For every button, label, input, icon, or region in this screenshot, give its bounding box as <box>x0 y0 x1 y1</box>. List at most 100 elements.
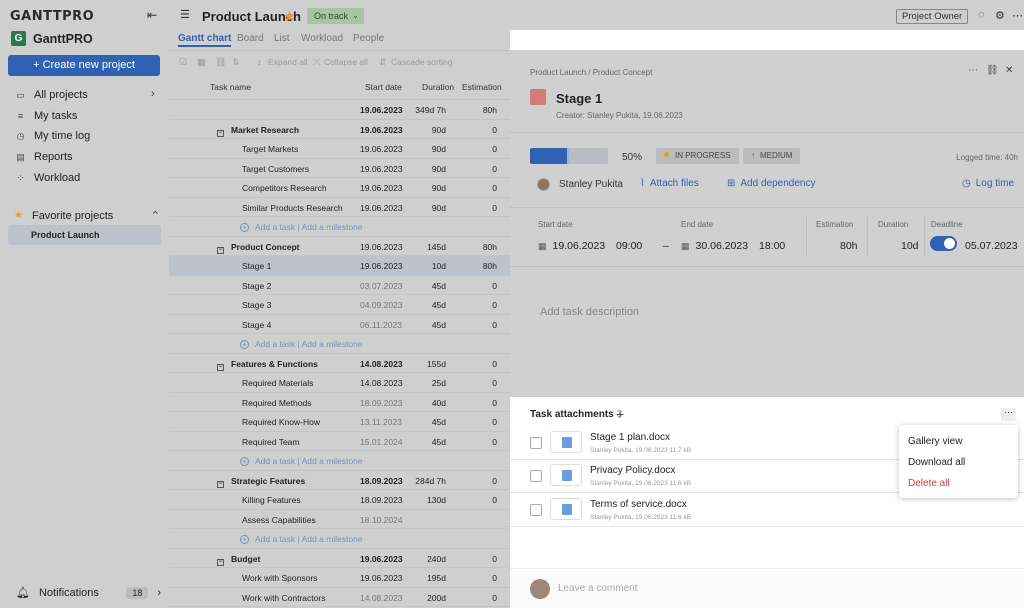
table-row[interactable]: − Features & Functions 14.08.2023 155d 0 <box>169 354 510 373</box>
attachment-name[interactable]: Terms of service.docx <box>590 499 687 510</box>
status-badge[interactable]: IN PROGRESS <box>656 148 739 164</box>
table-row[interactable]: − Strategic Features 18.09.2023 284d 7h 0 <box>169 471 510 490</box>
add-milestone-link[interactable]: Add a milestone <box>302 339 363 349</box>
tab-people[interactable]: People <box>353 33 384 44</box>
table-row-selected[interactable]: Stage 1 19.06.2023 10d 80h <box>169 256 510 276</box>
task-title[interactable]: Stage 1 <box>556 91 602 106</box>
add-task-link[interactable]: Add a task <box>255 339 295 349</box>
sidebar-item-my-tasks[interactable]: ≡ My tasks <box>16 110 78 122</box>
table-row[interactable]: − Market Research 19.06.2023 90d 0 <box>169 120 510 139</box>
menu-item-gallery-view[interactable]: Gallery view <box>908 436 962 447</box>
attachment-checkbox[interactable] <box>530 470 542 482</box>
column-start-date[interactable]: Start date <box>365 82 402 92</box>
table-row[interactable]: Required Materials 14.08.2023 25d 0 <box>169 373 510 393</box>
attachments-more-icon[interactable]: ⋯ <box>1001 408 1016 421</box>
collapse-group-icon[interactable]: − <box>217 558 224 566</box>
duration-field[interactable]: 10d <box>901 240 919 252</box>
add-milestone-link[interactable]: Add a milestone <box>302 222 363 232</box>
table-row[interactable]: Stage 2 03.07.2023 45d 0 <box>169 276 510 295</box>
table-row[interactable]: Competitors Research 19.06.2023 90d 0 <box>169 178 510 198</box>
checkbox-icon[interactable]: ☑ <box>179 57 187 68</box>
link-icon[interactable]: ⛓ <box>215 57 226 68</box>
end-date-field[interactable]: ▦ 30.06.2023 <box>681 240 748 252</box>
table-row[interactable]: Similar Products Research 19.06.2023 90d… <box>169 198 510 217</box>
comment-input[interactable]: Leave a comment <box>558 583 638 594</box>
assignee[interactable]: Stanley Pukita <box>537 178 623 191</box>
tab-list[interactable]: List <box>274 33 290 44</box>
column-duration[interactable]: Duration <box>422 82 454 92</box>
sidebar-item-my-time-log[interactable]: ◷ My time log <box>16 130 91 142</box>
attachment-name[interactable]: Stage 1 plan.docx <box>590 432 670 443</box>
collapse-group-icon[interactable]: − <box>217 246 224 254</box>
add-task-link[interactable]: Add a task <box>255 534 295 544</box>
start-time-field[interactable]: 09:00 <box>616 240 642 252</box>
sidebar-item-reports[interactable]: ▤ Reports <box>16 151 72 163</box>
table-row[interactable]: Assess Capabilities 18.10.2024 <box>169 510 510 529</box>
table-row[interactable]: Required Methods 18.09.2023 40d 0 <box>169 393 510 412</box>
column-task-name[interactable]: Task name <box>210 82 251 92</box>
deadline-toggle[interactable] <box>930 236 957 251</box>
table-row[interactable]: − Product Concept 19.06.2023 145d 80h <box>169 237 510 256</box>
priority-badge[interactable]: ↑ MEDIUM <box>743 148 801 164</box>
table-row[interactable]: Stage 3 04.09.2023 45d 0 <box>169 295 510 315</box>
sidebar-item-all-projects[interactable]: ▭ All projects › <box>16 88 154 101</box>
attachment-checkbox[interactable] <box>530 504 542 516</box>
favorite-project-item[interactable]: Product Launch <box>8 225 161 245</box>
column-estimation[interactable]: Estimation <box>462 82 502 92</box>
attachment-name[interactable]: Privacy Policy.docx <box>590 465 675 476</box>
workspace-switcher[interactable]: G GanttPRO <box>11 31 93 46</box>
table-row[interactable]: − Budget 19.06.2023 240d 0 <box>169 549 510 568</box>
start-date-field[interactable]: ▦ 19.06.2023 <box>538 240 605 252</box>
favorite-star-icon[interactable]: ★ <box>283 8 296 25</box>
table-row[interactable]: Target Markets 19.06.2023 90d 0 <box>169 139 510 159</box>
project-role-button[interactable]: Project Owner <box>896 9 969 24</box>
indent-icon[interactable]: ⇅ <box>232 57 240 68</box>
more-icon[interactable]: ⋯ <box>1012 9 1023 22</box>
attachment-item[interactable]: Terms of service.docx Stanley Pukita, 19… <box>510 494 1024 527</box>
add-milestone-link[interactable]: Add a milestone <box>302 456 363 466</box>
attachment-checkbox[interactable] <box>530 437 542 449</box>
log-time-button[interactable]: ◷ Log time <box>962 178 1014 189</box>
create-project-button[interactable]: + Create new project <box>8 55 160 76</box>
help-icon[interactable]: ◌ <box>978 9 985 21</box>
sidebar-item-workload[interactable]: ⁘ Workload <box>16 172 81 184</box>
favorite-projects-toggle[interactable]: ★ Favorite projects ⌃ <box>14 209 160 223</box>
collapse-group-icon[interactable]: − <box>217 129 224 137</box>
add-milestone-link[interactable]: Add a milestone <box>302 534 363 544</box>
add-task-link[interactable]: Add a task <box>255 222 295 232</box>
task-description-input[interactable]: Add task description <box>540 306 639 318</box>
breadcrumb[interactable]: Product Launch / Product Concept <box>530 68 652 77</box>
attach-files-button[interactable]: ⌇ Attach files <box>640 178 699 189</box>
table-row[interactable]: Stage 4 06.11.2023 45d 0 <box>169 315 510 334</box>
collapse-group-icon[interactable]: − <box>217 480 224 488</box>
tab-workload[interactable]: Workload <box>301 33 343 44</box>
estimation-field[interactable]: 80h <box>840 240 858 252</box>
table-row[interactable]: Required Know-How 13.11.2023 45d 0 <box>169 412 510 432</box>
collapse-sidebar-icon[interactable]: ⇤ <box>147 8 161 22</box>
link-icon[interactable]: ⛓ <box>986 65 999 76</box>
task-color-swatch[interactable] <box>530 89 546 105</box>
more-icon[interactable]: ⋯ <box>968 65 978 76</box>
collapse-group-icon[interactable]: − <box>217 363 224 371</box>
end-time-field[interactable]: 18:00 <box>759 240 785 252</box>
project-status-dropdown[interactable]: On track ⌄ <box>307 8 364 24</box>
add-dependency-button[interactable]: ⊞ Add dependency <box>727 178 815 189</box>
add-attachment-icon[interactable]: + <box>616 406 624 422</box>
notifications-item[interactable]: 🔔︎ Notifications 18 › <box>16 586 161 599</box>
table-row[interactable]: Killing Features 18.09.2023 130d 0 <box>169 490 510 510</box>
table-row[interactable]: Target Customers 19.06.2023 90d 0 <box>169 159 510 178</box>
close-icon[interactable]: ✕ <box>1005 65 1013 76</box>
cascade-sorting-button[interactable]: Cascade sorting <box>391 57 452 67</box>
table-row[interactable]: Required Team 15.01.2024 45d 0 <box>169 432 510 451</box>
expand-all-button[interactable]: Expand all <box>268 57 308 67</box>
menu-item-delete-all[interactable]: Delete all <box>908 478 950 489</box>
menu-item-download-all[interactable]: Download all <box>908 457 965 468</box>
table-row[interactable]: 19.06.2023 349d 7h 80h <box>169 100 510 120</box>
collapse-all-button[interactable]: Collapse all <box>324 57 368 67</box>
tab-gantt-chart[interactable]: Gantt chart <box>178 33 232 47</box>
add-task-link[interactable]: Add a task <box>255 456 295 466</box>
gear-icon[interactable]: ⚙ <box>995 9 1005 22</box>
table-row[interactable]: Work with Contractors 14.08.2023 200d 0 <box>169 588 510 607</box>
deadline-field[interactable]: 05.07.2023 <box>965 240 1018 252</box>
table-row[interactable]: Work with Sponsors 19.06.2023 195d 0 <box>169 568 510 588</box>
